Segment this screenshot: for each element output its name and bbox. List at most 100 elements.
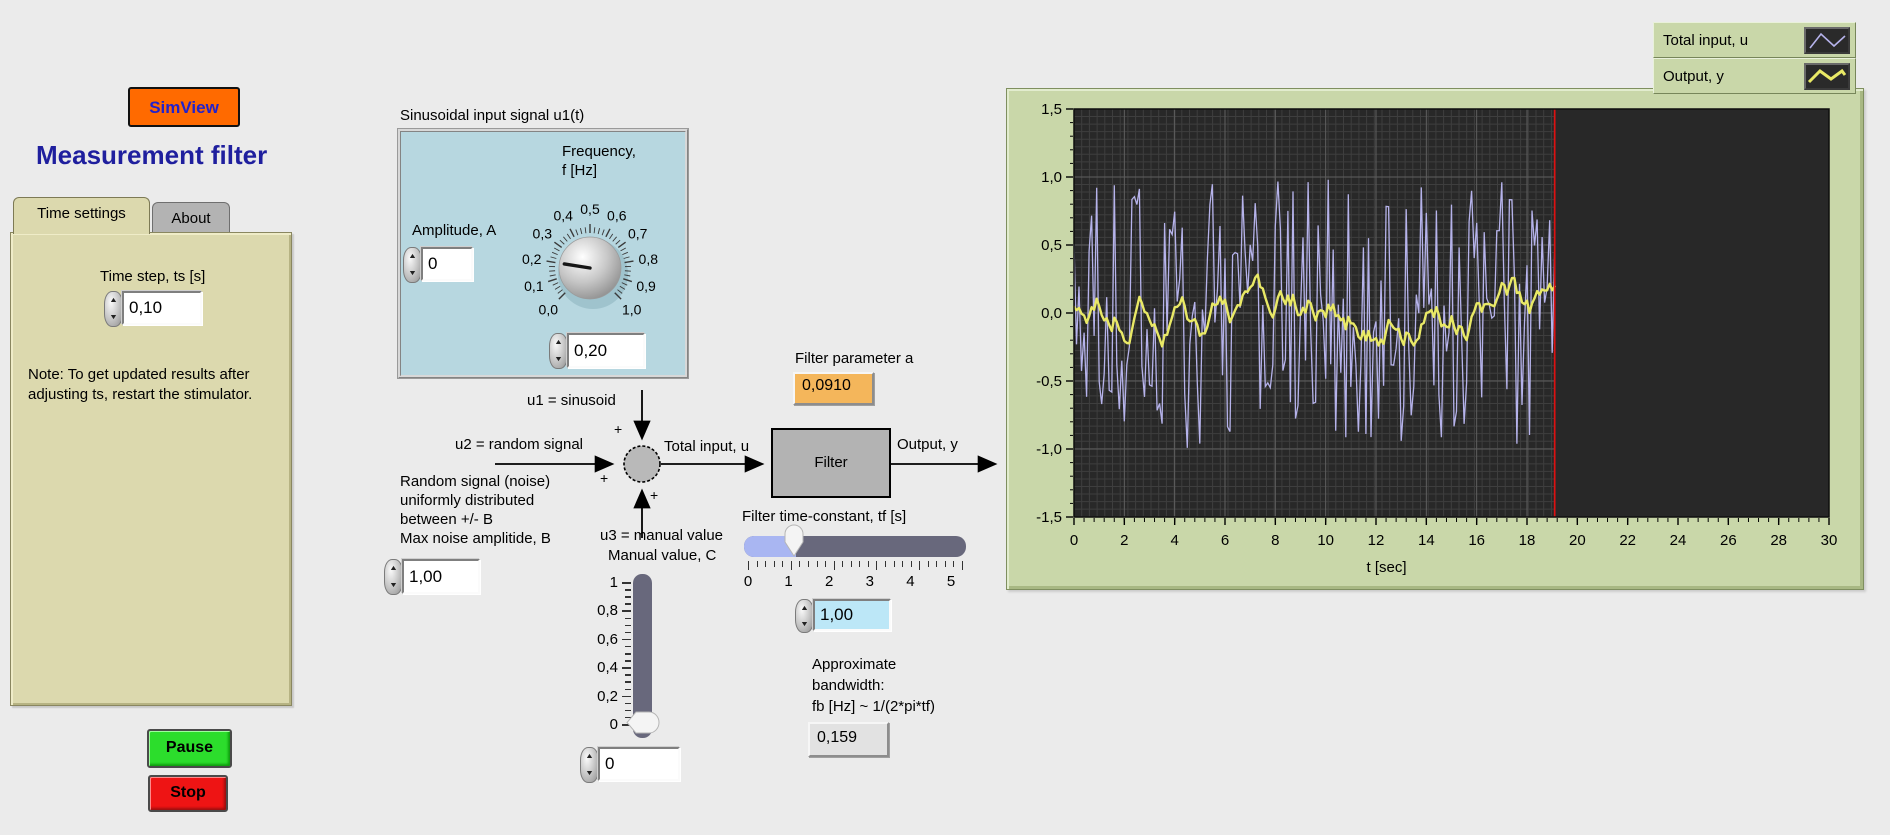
tab-about[interactable]: About (152, 202, 230, 233)
frequency-input[interactable] (567, 333, 645, 368)
tf-tick-label: 3 (860, 573, 880, 591)
manual-input[interactable] (598, 747, 680, 781)
svg-text:0,0: 0,0 (539, 302, 559, 318)
manual-tick-label: 0,6 (583, 631, 618, 649)
frequency-knob[interactable]: 0,0 0,1 0,2 0,30,4 0,5 0,60,7 0,8 0,9 1,0 (500, 190, 680, 350)
manual-tick-label: 0 (583, 716, 618, 734)
manual-tick-label: 1 (583, 574, 618, 592)
u2-label: u2 = random signal (455, 436, 583, 454)
tf-input[interactable] (813, 599, 891, 631)
total-input-label: Total input, u (664, 438, 749, 456)
svg-text:0,7: 0,7 (628, 225, 648, 241)
svg-text:-0,5: -0,5 (1036, 373, 1062, 390)
filter-block-label: Filter (772, 454, 890, 472)
chart-legend: Total input, u Output, y (1653, 22, 1856, 94)
legend-sample-output (1804, 63, 1850, 90)
svg-text:10: 10 (1317, 532, 1334, 549)
svg-text:t [sec]: t [sec] (1366, 559, 1406, 576)
tf-slider-ticks (748, 561, 962, 571)
tf-tick-label: 0 (738, 573, 758, 591)
note-text: Note: To get updated results afteradjust… (28, 365, 288, 405)
svg-text:0,2: 0,2 (522, 251, 542, 267)
bandwidth-label: Approximatebandwidth:fb [Hz] ~ 1/(2*pi*t… (812, 654, 1022, 717)
manual-spinner[interactable]: ▲▼ (580, 747, 599, 783)
svg-text:8: 8 (1271, 532, 1279, 549)
legend-item-total-input[interactable]: Total input, u (1653, 22, 1856, 58)
plus-sign-u1: + (614, 420, 622, 438)
amplitude-spinner[interactable]: ▲▼ (403, 247, 422, 283)
manual-value-label: Manual value, C (608, 547, 716, 565)
svg-text:18: 18 (1519, 532, 1536, 549)
tf-slider-handle[interactable] (783, 524, 805, 558)
svg-text:12: 12 (1368, 532, 1385, 549)
svg-text:0,9: 0,9 (636, 278, 656, 294)
tf-tick-label: 1 (779, 573, 799, 591)
frequency-label: Frequency,f [Hz] (562, 142, 672, 180)
tf-tick-label: 5 (941, 573, 961, 591)
svg-text:26: 26 (1720, 532, 1737, 549)
time-step-spinner[interactable]: ▲▼ (104, 291, 123, 327)
amplitude-input[interactable] (421, 247, 473, 281)
time-step-label: Time step, ts [s] (100, 268, 205, 286)
manual-tick-label: 0,8 (583, 602, 618, 620)
filter-param-display: 0,0910 (793, 372, 874, 405)
svg-text:0,8: 0,8 (639, 251, 659, 267)
svg-text:0: 0 (1070, 532, 1078, 549)
svg-text:16: 16 (1468, 532, 1485, 549)
manual-tick-label: 0,2 (583, 688, 618, 706)
legend-label: Output, y (1654, 68, 1804, 85)
svg-text:0,0: 0,0 (1041, 305, 1062, 322)
legend-item-output[interactable]: Output, y (1653, 58, 1856, 94)
svg-text:6: 6 (1221, 532, 1229, 549)
sum-junction (624, 446, 660, 482)
tab-time-settings[interactable]: Time settings (13, 197, 150, 234)
svg-text:14: 14 (1418, 532, 1435, 549)
u1-label: u1 = sinusoid (527, 392, 616, 410)
svg-text:0,3: 0,3 (533, 225, 553, 241)
manual-slider-handle[interactable] (626, 711, 660, 735)
svg-text:28: 28 (1770, 532, 1787, 549)
plus-sign-u3: + (650, 486, 658, 504)
bandwidth-display: 0,159 (808, 722, 889, 757)
noise-b-spinner[interactable]: ▲▼ (384, 559, 403, 595)
output-label: Output, y (897, 436, 958, 454)
tf-spinner[interactable]: ▲▼ (795, 599, 814, 633)
svg-text:-1,5: -1,5 (1036, 509, 1062, 526)
svg-text:1,0: 1,0 (1041, 169, 1062, 186)
frequency-spinner[interactable]: ▲▼ (549, 333, 568, 369)
noise-description: Random signal (noise)uniformly distribut… (400, 472, 600, 548)
svg-text:2: 2 (1120, 532, 1128, 549)
svg-text:30: 30 (1821, 532, 1838, 549)
svg-text:-1,0: -1,0 (1036, 441, 1062, 458)
stop-button[interactable]: Stop (148, 775, 228, 812)
svg-text:20: 20 (1569, 532, 1586, 549)
svg-text:0,5: 0,5 (580, 201, 600, 217)
tf-label: Filter time-constant, tf [s] (742, 508, 906, 526)
plus-sign-u2: + (600, 469, 608, 487)
time-step-input[interactable] (122, 291, 202, 325)
pause-button[interactable]: Pause (147, 729, 232, 768)
sine-box-title: Sinusoidal input signal u1(t) (400, 107, 584, 125)
chart-panel: 1,51,00,50,0-0,5-1,0-1,50246810121416182… (1006, 88, 1864, 590)
svg-text:0,1: 0,1 (524, 278, 544, 294)
svg-text:0,4: 0,4 (553, 207, 573, 223)
tf-tick-label: 2 (819, 573, 839, 591)
filter-param-label: Filter parameter a (795, 350, 913, 368)
noise-b-input[interactable] (402, 559, 480, 594)
svg-text:0,6: 0,6 (607, 207, 627, 223)
waveform-chart: 1,51,00,50,0-0,5-1,0-1,50246810121416182… (1007, 89, 1861, 587)
manual-slider-ticks (620, 578, 632, 728)
svg-text:0,5: 0,5 (1041, 237, 1062, 254)
page-title: Measurement filter (36, 146, 267, 164)
svg-text:1,5: 1,5 (1041, 101, 1062, 118)
legend-sample-total-input (1804, 27, 1850, 54)
amplitude-label: Amplitude, A (412, 222, 496, 240)
svg-text:24: 24 (1670, 532, 1687, 549)
svg-text:1,0: 1,0 (622, 302, 642, 318)
u3-label: u3 = manual value (600, 527, 723, 545)
svg-text:22: 22 (1619, 532, 1636, 549)
legend-label: Total input, u (1654, 32, 1804, 49)
simview-button[interactable]: SimView (128, 87, 240, 127)
svg-text:4: 4 (1170, 532, 1178, 549)
manual-tick-label: 0,4 (583, 659, 618, 677)
